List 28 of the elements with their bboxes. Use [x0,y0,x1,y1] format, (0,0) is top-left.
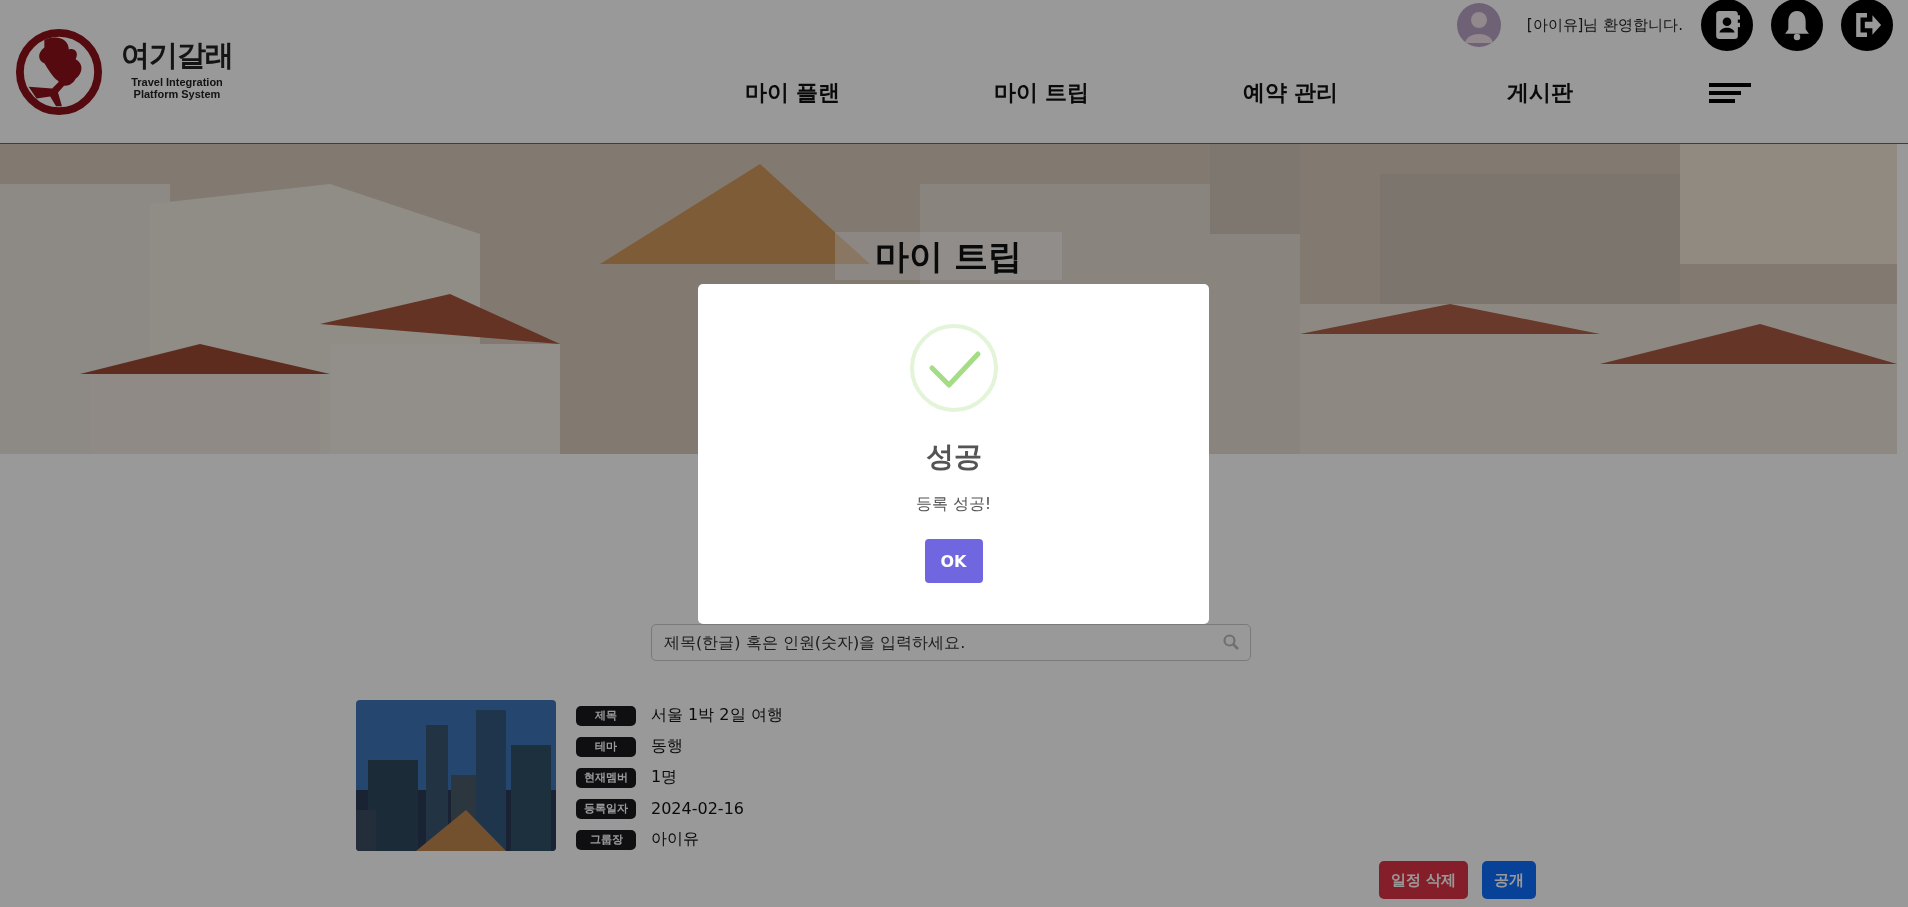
logo-title: 여기갈래 [121,36,233,74]
nav-link[interactable]: 예약 관리 [1166,78,1415,108]
nav-link[interactable]: 마이 플랜 [668,78,917,108]
field-value: 2024-02-16 [651,799,744,818]
menu-icon[interactable] [1709,83,1751,103]
nav-link[interactable]: 게시판 [1415,78,1664,108]
field-label: 테마 [576,736,636,757]
nav-link[interactable]: 마이 트립 [917,78,1166,108]
logout-icon[interactable] [1841,0,1893,51]
field-label: 등록일자 [576,798,636,819]
logo-subtitle: Platform System [133,87,221,100]
field-value: 1명 [651,767,678,788]
field-value: 서울 1박 2일 여행 [651,705,783,726]
avatar [1456,3,1501,47]
check-icon [909,324,998,412]
logo-subtitle: Travel Integration [131,75,223,88]
bell-icon[interactable] [1771,0,1823,51]
ok-button[interactable]: OK [924,539,983,583]
field-label: 현재멤버 [576,767,636,788]
greeting-text: [아이유]님 환영합니다. [1526,15,1683,35]
field-value: 동행 [651,736,683,757]
contacts-icon[interactable] [1701,0,1753,51]
field-label: 그룹장 [576,829,636,850]
search-field[interactable]: 제목(한글) 혹은 인원(숫자)을 입력하세요. [651,624,1251,661]
field-label: 제목 [576,705,636,726]
dialog-message: 등록 성공! [915,494,992,515]
dialog-title: 성공 [925,439,982,475]
field-value: 아이유 [651,829,699,850]
